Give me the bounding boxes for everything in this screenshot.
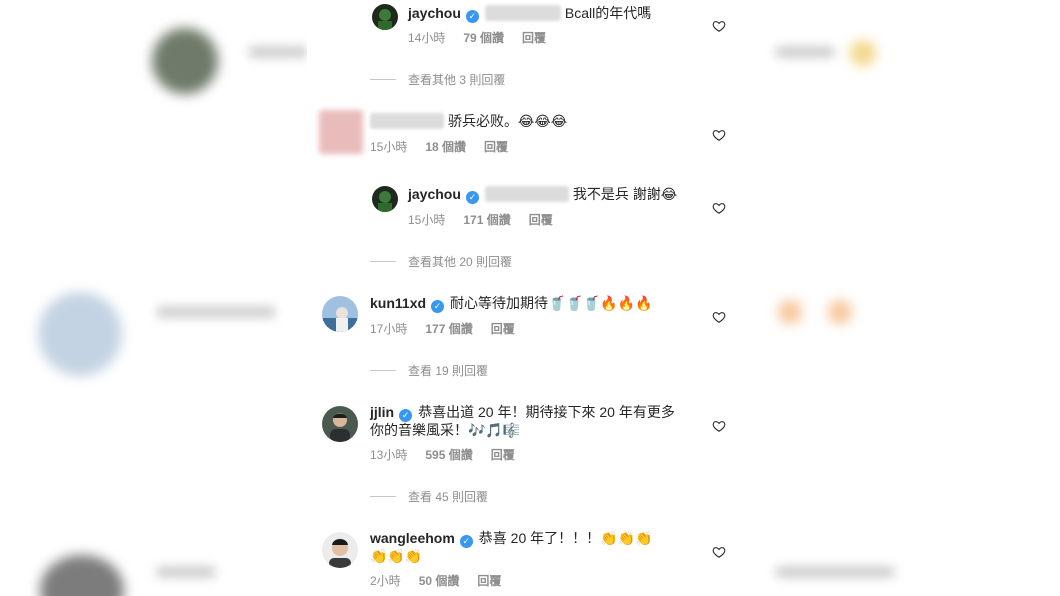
- like-count[interactable]: 18 個讚: [425, 140, 466, 154]
- blurred-text: [248, 46, 308, 58]
- comment-meta: 15小時 171 個讚 回覆: [408, 211, 571, 228]
- reply-button[interactable]: 回覆: [522, 31, 546, 45]
- view-replies-label[interactable]: 查看其他 20 則回覆: [408, 255, 512, 269]
- reply-button[interactable]: 回覆: [529, 213, 553, 227]
- timestamp: 15小時: [408, 213, 446, 227]
- username[interactable]: wangleehom: [370, 530, 455, 546]
- comment-line: jaychou ✓ Bcall的年代嗎: [408, 3, 651, 23]
- heart-icon[interactable]: [712, 419, 726, 433]
- like-count[interactable]: 171 個讚: [463, 213, 510, 227]
- username[interactable]: kun11xd: [370, 295, 426, 311]
- comment-text-line2: 👏👏👏: [370, 548, 423, 564]
- divider-line: [370, 261, 396, 262]
- timestamp: 13小時: [370, 448, 408, 462]
- heart-icon[interactable]: [712, 201, 726, 215]
- timestamp: 2小時: [370, 574, 401, 588]
- blurred-mention: [484, 186, 569, 202]
- heart-icon[interactable]: [712, 310, 726, 324]
- reply-button[interactable]: 回覆: [491, 322, 515, 336]
- comment-text: 耐心等待加期待🥤🥤🥤🔥🔥🔥: [450, 295, 653, 311]
- like-count[interactable]: 50 個讚: [419, 574, 460, 588]
- blurred-avatar: [38, 292, 122, 376]
- view-replies-link[interactable]: 查看其他 20 則回覆: [370, 253, 512, 270]
- comments-panel: jaychou ✓ Bcall的年代嗎 14小時 79 個讚 回覆 查看其他 3 則回覆…: [307, 0, 753, 596]
- view-replies-link[interactable]: 查看 45 則回覆: [370, 488, 488, 505]
- comment-meta: 14小時 79 個讚 回覆: [408, 29, 564, 46]
- like-count[interactable]: 595 個讚: [425, 448, 472, 462]
- verified-badge-icon: ✓: [431, 300, 445, 313]
- comment-meta: 15小時 18 個讚 回覆: [370, 138, 526, 155]
- comment-text: Bcall的年代嗎: [564, 5, 652, 21]
- blurred-text: [156, 566, 216, 578]
- blurred-username: [370, 113, 444, 129]
- view-replies-link[interactable]: 查看 19 則回覆: [370, 362, 488, 379]
- blurred-mention: [484, 5, 561, 21]
- comment-line: 骄兵必败。😂😂😂: [370, 111, 567, 131]
- timestamp: 15小時: [370, 140, 408, 154]
- verified-badge-icon: ✓: [465, 191, 479, 204]
- avatar[interactable]: [322, 532, 358, 568]
- heart-icon[interactable]: [712, 545, 726, 559]
- divider-line: [370, 79, 396, 80]
- comment-text: 我不是兵 謝謝😂: [572, 186, 678, 202]
- avatar[interactable]: [372, 186, 398, 212]
- blurred-text: [156, 306, 276, 318]
- avatar[interactable]: [322, 406, 358, 442]
- comment-line: jjlin ✓ 恭喜出道 20 年！期待接下來 20 年有更多: [370, 402, 675, 422]
- verified-badge-icon: ✓: [459, 535, 473, 548]
- like-count[interactable]: 177 個讚: [425, 322, 472, 336]
- comment-text: 恭喜出道 20 年！期待接下來 20 年有更多: [418, 404, 675, 420]
- heart-icon[interactable]: [712, 128, 726, 142]
- avatar[interactable]: [322, 296, 358, 332]
- blurred-emoji: [850, 40, 876, 66]
- timestamp: 14小時: [408, 31, 446, 45]
- comment-text: 恭喜 20 年了！！！👏👏👏: [478, 530, 653, 546]
- username[interactable]: jjlin: [370, 404, 394, 420]
- username[interactable]: jaychou: [408, 186, 461, 202]
- username[interactable]: jaychou: [408, 5, 461, 21]
- like-count[interactable]: 79 個讚: [463, 31, 504, 45]
- timestamp: 17小時: [370, 322, 408, 336]
- comment-text-line2: 你的音樂風采！🎶🎵🎼: [370, 422, 521, 438]
- blurred-avatar: [40, 555, 124, 596]
- view-replies-label[interactable]: 查看 19 則回覆: [408, 364, 488, 378]
- divider-line: [370, 496, 396, 497]
- reply-button[interactable]: 回覆: [477, 574, 501, 588]
- reply-button[interactable]: 回覆: [484, 140, 508, 154]
- view-replies-label[interactable]: 查看其他 3 則回覆: [408, 73, 505, 87]
- blurred-emoji: [828, 300, 852, 324]
- verified-badge-icon: ✓: [465, 10, 479, 23]
- reply-button[interactable]: 回覆: [491, 448, 515, 462]
- comment-line: kun11xd ✓ 耐心等待加期待🥤🥤🥤🔥🔥🔥: [370, 293, 653, 313]
- blurred-text: [775, 46, 835, 58]
- comment-text: 骄兵必败。😂😂😂: [448, 113, 568, 129]
- comment-meta: 13小時 595 個讚 回覆: [370, 446, 533, 463]
- comment-line: jaychou ✓ 我不是兵 謝謝😂: [408, 184, 677, 204]
- comment-meta: 17小時 177 個讚 回覆: [370, 320, 533, 337]
- view-replies-label[interactable]: 查看 45 則回覆: [408, 490, 488, 504]
- comment-meta: 2小時 50 個讚 回覆: [370, 572, 519, 589]
- view-replies-link[interactable]: 查看其他 3 則回覆: [370, 71, 505, 88]
- heart-icon[interactable]: [712, 19, 726, 33]
- blurred-avatar: [152, 28, 218, 94]
- comment-line: wangleehom ✓ 恭喜 20 年了！！！👏👏👏: [370, 528, 652, 548]
- avatar[interactable]: [319, 110, 363, 154]
- avatar[interactable]: [372, 4, 398, 30]
- divider-line: [370, 370, 396, 371]
- blurred-text: [775, 566, 895, 578]
- blurred-emoji: [778, 300, 802, 324]
